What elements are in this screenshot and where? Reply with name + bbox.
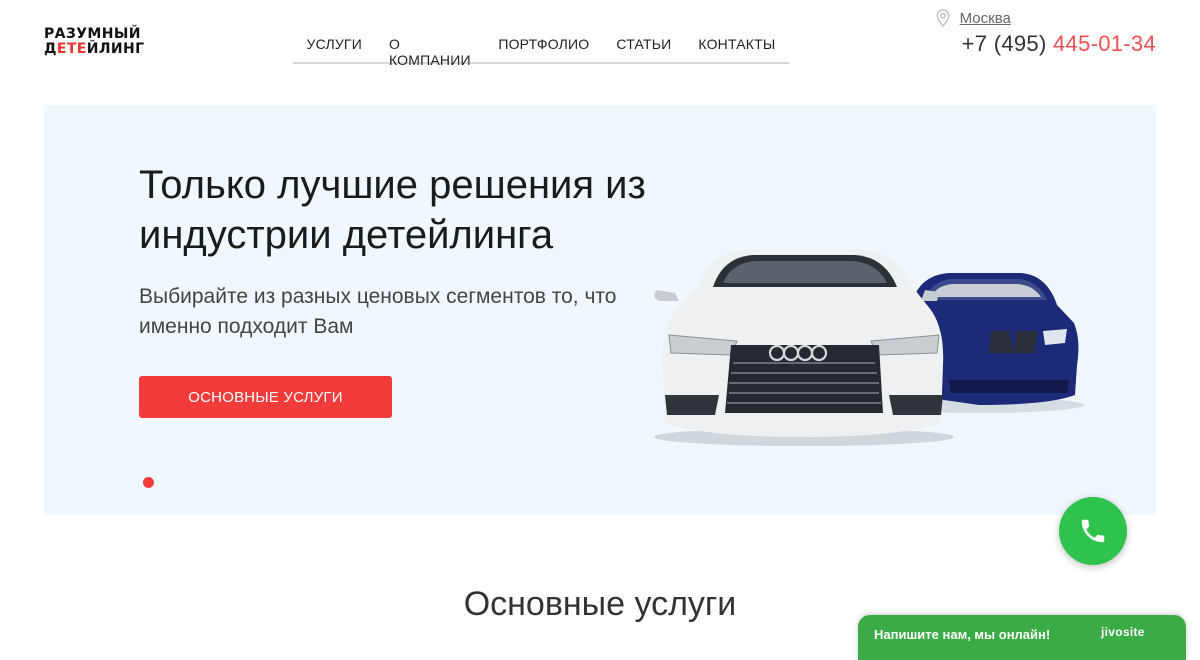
header-contact: Москва +7 (495) 445-01-34 [936, 9, 1156, 57]
logo-line-1: РАЗУМНЫЙ [44, 26, 141, 42]
nav-item-services[interactable]: УСЛУГИ [293, 28, 375, 62]
site-logo[interactable]: РАЗУМНЫЙ ДЕТЕЙЛИНГ [44, 27, 144, 57]
callback-button[interactable] [1059, 497, 1127, 565]
city-name: Москва [959, 9, 1011, 27]
chat-widget[interactable]: Напишите нам, мы онлайн! jivosite [858, 615, 1186, 660]
nav-item-portfolio[interactable]: ПОРТФОЛИО [485, 28, 603, 62]
cars-image [654, 249, 1084, 446]
chat-message: Напишите нам, мы онлайн! [874, 627, 1051, 642]
slider-dot-active[interactable] [143, 477, 154, 488]
logo-line-2: ДЕТЕЙЛИНГ [44, 41, 145, 57]
hero-subtitle: Выбирайте из разных ценовых сегментов то… [139, 285, 617, 338]
phone-icon [1081, 519, 1105, 543]
city-selector[interactable]: Москва [936, 9, 1156, 27]
hero-slider: Только лучшие решения из индустрии детей… [44, 105, 1156, 515]
main-nav: УСЛУГИ О КОМПАНИИ ПОРТФОЛИО СТАТЬИ КОНТА… [293, 28, 789, 68]
nav-item-about[interactable]: О КОМПАНИИ [375, 28, 484, 68]
white-car [654, 249, 954, 446]
phone-number[interactable]: +7 (495) 445-01-34 [962, 31, 1156, 57]
main-services-button[interactable]: ОСНОВНЫЕ УСЛУГИ [139, 376, 392, 418]
nav-item-articles[interactable]: СТАТЬИ [603, 28, 685, 62]
chat-brand: jivosite [1101, 625, 1145, 639]
nav-item-contacts[interactable]: КОНТАКТЫ [685, 28, 789, 62]
hero-title: Только лучшие решения из индустрии детей… [139, 163, 646, 257]
map-pin-icon [936, 9, 949, 27]
